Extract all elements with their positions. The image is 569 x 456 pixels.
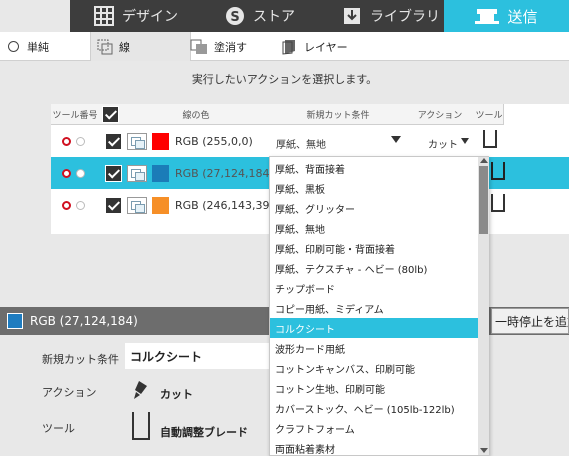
blade-tool-icon xyxy=(491,162,505,180)
rgb-value: RGB (27,124,184) xyxy=(175,167,274,180)
tab-design[interactable]: デザイン xyxy=(94,0,178,32)
tool-radio-1[interactable] xyxy=(62,201,71,210)
dropdown-option[interactable]: カバーストック、ヘビー (105lb-122lb) xyxy=(270,398,480,418)
dropdown-option[interactable]: クラフトフォーム xyxy=(270,418,480,438)
tab-store[interactable]: S ストア xyxy=(225,0,295,32)
mode-line[interactable]: 線 xyxy=(90,32,191,61)
tool-label: ツール xyxy=(42,422,75,435)
tool-radio-2[interactable] xyxy=(76,169,85,178)
condition-label: 新規カット条件 xyxy=(42,353,119,366)
mode-simple[interactable]: 単純 xyxy=(0,32,98,61)
rgb-value: RGB (246,143,39) xyxy=(175,199,274,212)
mode-line-label: 線 xyxy=(119,40,130,54)
layer-icon xyxy=(282,39,296,55)
dropdown-option[interactable]: 両面粘着素材 xyxy=(270,438,480,456)
grid-icon xyxy=(94,6,114,26)
dropdown-option[interactable]: 厚紙、背面接着 xyxy=(270,158,480,178)
dropdown-option[interactable]: 厚紙、無地 xyxy=(270,218,480,238)
tab-library-label: ライブラリ xyxy=(370,9,440,25)
tab-library[interactable]: ライブラリ xyxy=(342,0,440,32)
radio-icon xyxy=(8,41,19,52)
condition-dropdown: 厚紙、背面接着 厚紙、黒板 厚紙、グリッター 厚紙、無地 厚紙、印刷可能・背面接… xyxy=(269,156,489,456)
dropdown-option[interactable]: 厚紙、グリッター xyxy=(270,198,480,218)
line-icon xyxy=(97,39,113,55)
cut-knife-icon xyxy=(133,380,151,403)
condition-field[interactable]: コルクシート xyxy=(125,343,273,369)
auto-blade-icon xyxy=(132,412,150,440)
scroll-up-icon[interactable] xyxy=(480,158,488,163)
condition-select[interactable]: 厚紙、無地 xyxy=(276,136,326,151)
mode-layer-label: レイヤー xyxy=(304,40,348,54)
rgb-value: RGB (255,0,0) xyxy=(175,135,253,148)
row-checkbox[interactable] xyxy=(105,165,122,182)
header-tool-no: ツール番号 xyxy=(51,104,100,125)
chevron-down-icon[interactable] xyxy=(391,136,401,143)
blade-tool-icon xyxy=(483,130,497,148)
color-swatch xyxy=(152,165,169,182)
header-condition: 新規カット条件 xyxy=(271,104,406,125)
condition-value: コルクシート xyxy=(130,349,203,364)
select-all-checkbox[interactable] xyxy=(101,105,119,123)
dropdown-option[interactable]: 厚紙、印刷可能・背面接着 xyxy=(270,238,480,258)
mode-layer[interactable]: レイヤー xyxy=(282,32,372,61)
tab-store-label: ストア xyxy=(253,9,295,25)
dropdown-option[interactable]: コピー用紙、ミディアム xyxy=(270,298,480,318)
scroll-down-icon[interactable] xyxy=(480,448,488,453)
shape-thumbnail-icon xyxy=(127,133,147,150)
selected-color-text: RGB (27,124,184) xyxy=(30,314,138,328)
dropdown-scroll-thumb[interactable] xyxy=(479,166,488,234)
tab-design-label: デザイン xyxy=(122,9,178,25)
tool-radio-2[interactable] xyxy=(76,137,85,146)
dropdown-option[interactable]: 波形カード用紙 xyxy=(270,338,480,358)
dropdown-option[interactable]: コットンキャンバス、印刷可能 xyxy=(270,358,480,378)
add-pause-button[interactable]: 一時停止を追加 xyxy=(491,308,569,334)
selected-color-swatch xyxy=(7,313,23,329)
row-checkbox[interactable] xyxy=(105,197,122,214)
dropdown-option[interactable]: チップボード xyxy=(270,278,480,298)
header-action: アクション xyxy=(405,104,476,125)
mode-fill-label: 塗消す xyxy=(214,40,247,54)
header-tool: ツール xyxy=(475,104,504,125)
tab-send[interactable]: 送信 xyxy=(444,0,569,32)
mode-simple-label: 単純 xyxy=(27,40,49,54)
nav-bar: デザイン S ストア ライブラリ xyxy=(70,0,444,32)
store-s-icon: S xyxy=(225,6,245,26)
color-swatch xyxy=(152,133,169,150)
action-label: アクション xyxy=(42,386,97,399)
instruction-text: 実行したいアクションを選択します。 xyxy=(191,73,378,86)
tool-radio-1[interactable] xyxy=(62,169,71,178)
dropdown-option[interactable]: コットン生地、印刷可能 xyxy=(270,378,480,398)
fill-icon xyxy=(190,39,208,55)
dropdown-option[interactable]: 厚紙、黒板 xyxy=(270,178,480,198)
tool-value[interactable]: 自動調整ブレード xyxy=(160,424,248,440)
header-select-all[interactable] xyxy=(99,104,122,125)
action-select[interactable]: カット xyxy=(428,136,458,151)
tool-radio-1[interactable] xyxy=(62,137,71,146)
row-checkbox[interactable] xyxy=(105,133,122,150)
table-row[interactable]: RGB (255,0,0) 厚紙、無地 カット xyxy=(51,125,569,157)
color-swatch xyxy=(152,197,169,214)
chevron-down-icon[interactable] xyxy=(461,138,469,144)
dropdown-option[interactable]: 厚紙、テクスチャ - ヘビー (80lb) xyxy=(270,258,480,278)
send-cutter-icon xyxy=(475,7,500,25)
shape-thumbnail-icon xyxy=(127,165,147,182)
mode-fill[interactable]: 塗消す xyxy=(190,32,275,61)
library-download-icon xyxy=(342,6,362,26)
tab-send-label: 送信 xyxy=(507,7,538,26)
tool-radio-2[interactable] xyxy=(76,201,85,210)
mode-tabs: 単純 線 塗消す レイヤー xyxy=(0,32,569,61)
blade-tool-icon xyxy=(491,194,505,212)
dropdown-option-highlighted[interactable]: コルクシート xyxy=(270,318,480,338)
action-value[interactable]: カット xyxy=(160,386,193,402)
shape-thumbnail-icon xyxy=(127,197,147,214)
header-line-color: 線の色 xyxy=(121,104,272,125)
svg-text:S: S xyxy=(230,10,239,25)
